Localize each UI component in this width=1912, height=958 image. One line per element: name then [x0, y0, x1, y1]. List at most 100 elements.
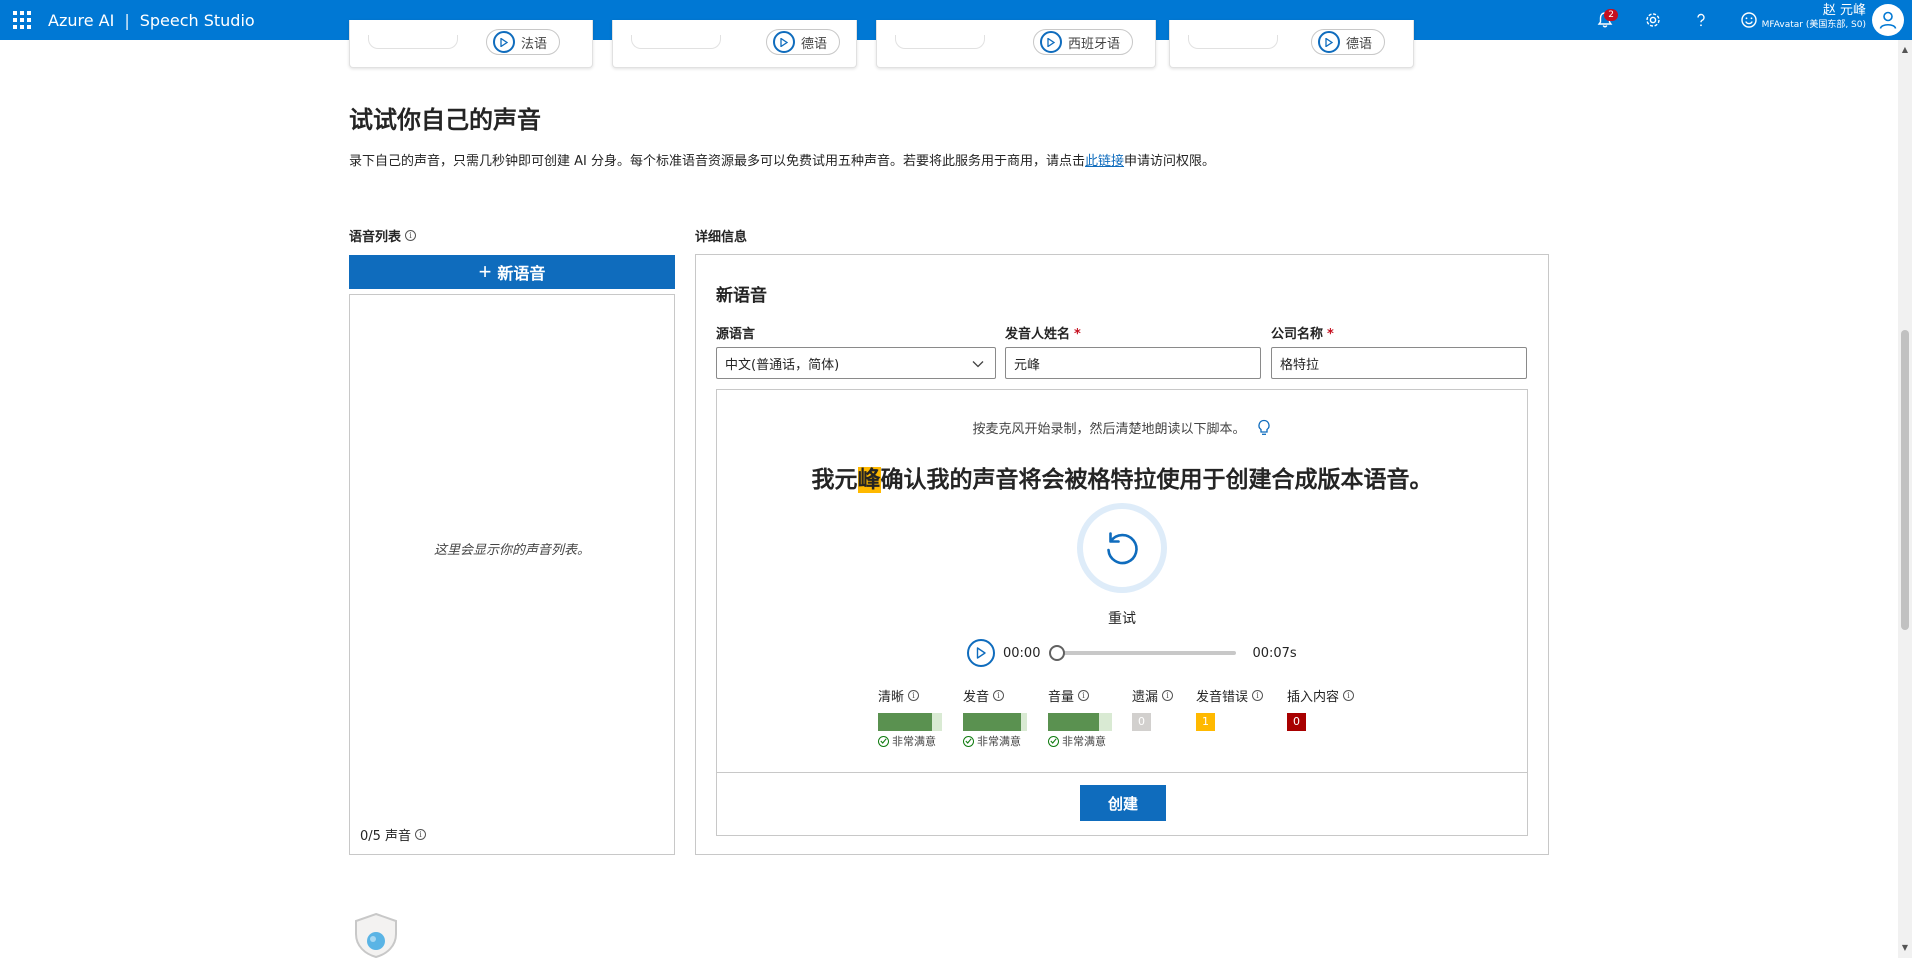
notification-button[interactable]: 2	[1592, 7, 1618, 33]
metric-note: 非常满意	[892, 735, 936, 748]
voice-sample-card[interactable]: 法语	[349, 20, 593, 68]
company-name-label: 公司名称 *	[1271, 323, 1334, 342]
time-total: 00:07s	[1252, 645, 1297, 661]
slider-thumb[interactable]	[1049, 645, 1066, 661]
voice-sample-card[interactable]: 德语	[612, 20, 857, 68]
create-button[interactable]: 创建	[1080, 785, 1166, 821]
access-request-link[interactable]: 此链接	[1085, 154, 1124, 169]
details-panel: 新语音 源语言 中文(普通话，简体) 发音人姓名* 公司名称* 按麦克风开始录制…	[695, 254, 1549, 855]
playback-slider[interactable]	[1049, 645, 1237, 661]
info-icon[interactable]: i	[993, 690, 1005, 701]
new-voice-title: 新语音	[716, 286, 767, 306]
info-icon[interactable]: i	[1252, 690, 1264, 701]
voice-count: 0/5 声音 i	[360, 825, 427, 844]
retry-button[interactable]	[1077, 503, 1167, 593]
scrollbar-thumb[interactable]	[1901, 330, 1909, 630]
voice-list-title: 语音列表	[349, 230, 402, 245]
play-sample-button[interactable]: 法语	[486, 29, 561, 55]
metric-label: 清晰	[878, 690, 905, 705]
script-highlight: 峰	[857, 467, 881, 493]
chevron-down-icon	[972, 361, 984, 368]
source-language-dropdown[interactable]: 中文(普通话，简体)	[716, 347, 996, 379]
check-circle-icon	[1048, 735, 1059, 747]
user-resource: MFAvatar (美国东部, S0)	[1761, 20, 1866, 30]
card-pill-ghost	[368, 35, 458, 49]
check-circle-icon	[963, 735, 974, 747]
new-voice-label: 新语音	[497, 266, 546, 283]
settings-button[interactable]	[1640, 7, 1666, 33]
count-value: 0	[1287, 713, 1306, 731]
count-value: 1	[1196, 713, 1215, 731]
plus-icon: +	[478, 259, 492, 284]
script-before: 我元	[811, 467, 858, 493]
avatar[interactable]	[1872, 4, 1904, 36]
app-launcher-icon[interactable]	[12, 10, 32, 30]
info-icon[interactable]: i	[1162, 690, 1174, 701]
voice-list-label: 语音列表 i	[349, 226, 417, 245]
info-icon[interactable]: i	[1343, 690, 1355, 701]
lightbulb-icon[interactable]	[1256, 419, 1272, 437]
info-icon[interactable]: i	[1078, 690, 1090, 701]
play-sample-button[interactable]: 德语	[1311, 29, 1386, 55]
source-language-label-text: 源语言	[716, 327, 756, 342]
recording-hint: 按麦克风开始录制，然后清楚地朗读以下脚本。	[717, 418, 1527, 437]
metric-clarity: 清晰 i 非常满意	[878, 686, 942, 749]
feedback-button[interactable]	[1736, 7, 1762, 33]
create-area: 创建	[716, 772, 1528, 836]
company-name-label-text: 公司名称	[1271, 327, 1324, 342]
question-icon	[1697, 13, 1705, 27]
play-icon	[1040, 31, 1062, 53]
sample-language: 德语	[1346, 36, 1373, 52]
metric-meter	[878, 713, 942, 731]
required-mark: *	[1327, 327, 1334, 342]
metric-pronunciation: 发音 i 非常满意	[963, 686, 1027, 749]
voice-list-panel: 这里会显示你的声音列表。 0/5 声音 i	[349, 294, 675, 855]
info-icon[interactable]: i	[415, 829, 427, 840]
retry-label: 重试	[1108, 611, 1136, 627]
play-icon	[976, 647, 986, 659]
recording-panel: 按麦克风开始录制，然后清楚地朗读以下脚本。 我元峰确认我的声音将会被格特拉使用于…	[716, 389, 1528, 773]
user-account[interactable]: 赵 元峰 MFAvatar (美国东部, S0)	[1762, 4, 1866, 32]
product-name: Speech Studio	[139, 10, 255, 30]
count-mispronunciation: 发音错误 i 1	[1196, 686, 1264, 731]
audio-player: 00:00 00:07s	[967, 638, 1297, 668]
count-omission: 遗漏 i 0	[1132, 686, 1174, 731]
info-icon[interactable]: i	[908, 690, 920, 701]
scroll-up-icon[interactable]: ▲	[1901, 46, 1909, 54]
description-text-end: 申请访问权限。	[1124, 154, 1216, 169]
meter-fill	[878, 713, 933, 731]
info-icon[interactable]: i	[405, 230, 417, 241]
voice-sample-card[interactable]: 西班牙语	[876, 20, 1156, 68]
play-button[interactable]	[967, 639, 995, 667]
count-label: 遗漏	[1132, 690, 1159, 705]
brand-separator: |	[124, 10, 130, 30]
details-label: 详细信息	[695, 230, 748, 245]
metric-meter	[963, 713, 1027, 731]
new-voice-button[interactable]: + 新语音	[349, 255, 675, 289]
script-text: 我元峰确认我的声音将会被格特拉使用于创建合成版本语音。	[717, 460, 1527, 494]
play-sample-button[interactable]: 西班牙语	[1033, 29, 1134, 55]
section-title: 试试你自己的声音	[349, 106, 541, 134]
brand[interactable]: Azure AI | Speech Studio	[48, 11, 255, 30]
script-after: 确认我的声音将会被格特拉使用于创建合成版本语音。	[880, 467, 1433, 493]
shield-icon	[353, 912, 399, 958]
scroll-down-icon[interactable]: ▼	[1901, 944, 1909, 952]
play-sample-button[interactable]: 德语	[766, 29, 841, 55]
count-value: 0	[1132, 713, 1151, 731]
voice-count-text: 0/5 声音	[360, 829, 412, 844]
required-mark: *	[1074, 327, 1081, 342]
card-pill-ghost	[895, 35, 985, 49]
speaker-name-input[interactable]	[1005, 347, 1261, 379]
play-icon	[773, 31, 795, 53]
scrollbar[interactable]: ▲ ▼	[1898, 40, 1912, 958]
play-icon	[493, 31, 515, 53]
source-language-value: 中文(普通话，简体)	[725, 357, 840, 373]
user-name: 赵 元峰	[1822, 3, 1866, 18]
description-text: 录下自己的声音，只需几秒钟即可创建 AI 分身。每个标准语音资源最多可以免费试用…	[349, 154, 1085, 169]
help-button[interactable]	[1688, 7, 1714, 33]
retry-icon	[1107, 532, 1138, 565]
company-name-input[interactable]	[1271, 347, 1527, 379]
card-pill-ghost	[631, 35, 721, 49]
metric-note: 非常满意	[977, 735, 1021, 748]
voice-sample-card[interactable]: 德语	[1169, 20, 1414, 68]
